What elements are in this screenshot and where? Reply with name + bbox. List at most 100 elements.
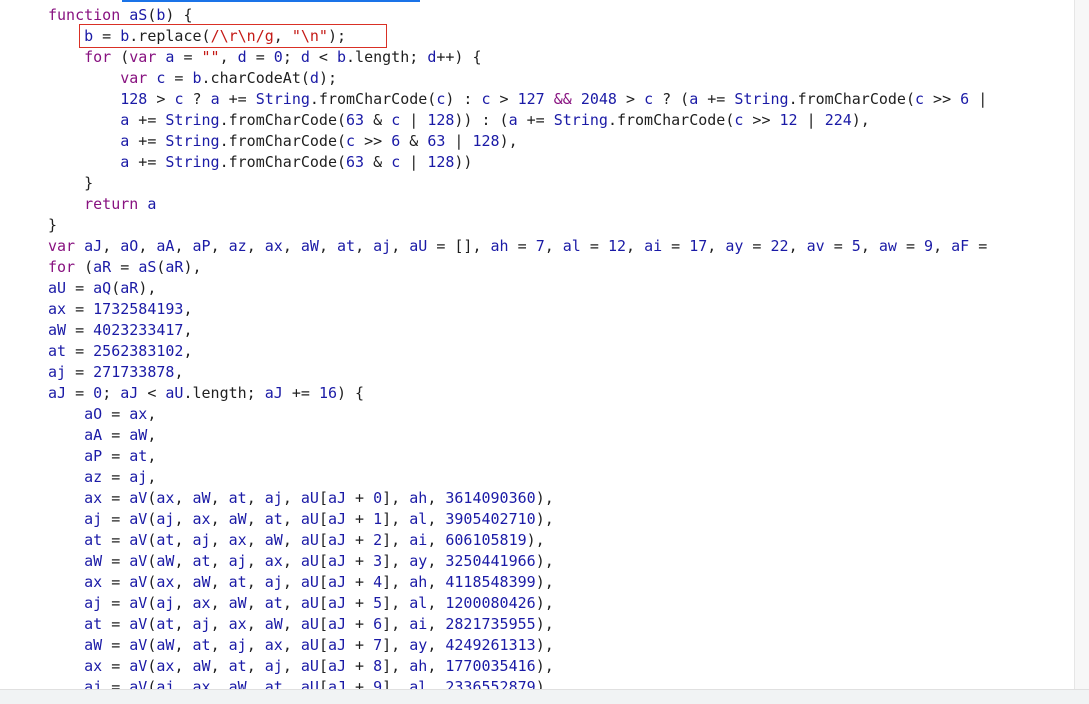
code-line[interactable]: var c = b.charCodeAt(d); [48,68,337,89]
code-token: , [707,237,726,255]
code-token: , [282,552,301,570]
code-token: + [346,573,374,591]
code-line[interactable]: var aJ, aO, aA, aP, az, ax, aW, at, aj, … [48,236,987,257]
code-token: c [644,90,654,108]
code-token: aJ [327,552,347,570]
code-token: aJ [327,657,347,675]
code-line[interactable]: } [48,215,57,236]
code-line[interactable]: a += String.fromCharCode(63 & c | 128)) … [48,110,870,131]
code-line[interactable]: function aS(b) { [48,5,193,26]
code-token: ax [228,615,247,633]
code-token: = [102,468,130,486]
code-line[interactable]: aW = aV(aW, at, aj, ax, aU[aJ + 7], ay, … [48,635,554,656]
code-token: ), [535,657,554,675]
code-line[interactable]: aj = aV(aj, ax, aW, at, aU[aJ + 1], al, … [48,509,554,530]
code-token: = [111,258,139,276]
code-token: , [246,636,265,654]
code-token: = [102,636,130,654]
code-token: aU [165,384,184,402]
code-line[interactable]: az = aj, [48,467,156,488]
code-token: 16 [318,384,337,402]
code-token: ), [851,111,870,129]
code-token: aU [300,657,319,675]
code-token: function [48,6,130,24]
code-token: aV [129,573,148,591]
code-token: b [337,48,347,66]
horizontal-scrollbar[interactable] [0,689,1089,704]
code-token: ax [228,531,247,549]
code-line[interactable]: } [48,173,93,194]
code-token: | [969,90,997,108]
code-token: , [246,594,265,612]
code-token: = [969,237,988,255]
code-token: al [409,510,428,528]
code-token: , [210,489,229,507]
code-line[interactable]: aJ = 0; aJ < aU.length; aJ += 16) { [48,383,364,404]
code-token: , [544,237,563,255]
code-token: ], [382,531,410,549]
code-line[interactable]: a += String.fromCharCode(c >> 6 & 63 | 1… [48,131,517,152]
code-line[interactable]: for (var a = "", d = 0; d < b.length; d+… [48,47,481,68]
code-line[interactable]: aO = ax, [48,404,156,425]
code-line[interactable]: aU = aQ(aR), [48,278,156,299]
code-token: 2821735955 [445,615,536,633]
code-token: "" [201,48,220,66]
code-token: at [264,510,283,528]
code-token: ], [382,510,410,528]
code-line[interactable]: ax = aV(ax, aW, at, aj, aU[aJ + 8], ah, … [48,656,554,677]
code-line[interactable]: ax = aV(ax, aW, at, aj, aU[aJ + 4], ah, … [48,572,554,593]
code-line[interactable]: ax = aV(ax, aW, at, aj, aU[aJ + 0], ah, … [48,488,554,509]
code-line[interactable]: at = aV(at, aj, ax, aW, aU[aJ + 2], ai, … [48,530,545,551]
code-token: aJ [48,384,67,402]
code-token: var [48,69,157,87]
code-token: 4 [373,573,383,591]
code-token: , [427,573,446,591]
code-token: ], [382,573,410,591]
code-editor[interactable]: function aS(b) { b = b.replace(/\r\n/g, … [0,0,1075,690]
code-line[interactable]: aW = 4023233417, [48,320,193,341]
code-token: 3 [373,552,383,570]
code-line[interactable]: at = aV(at, aj, ax, aW, aU[aJ + 6], ai, … [48,614,554,635]
code-line[interactable]: a += String.fromCharCode(63 & c | 128)) [48,152,472,173]
code-token: , [210,237,229,255]
code-token: ax [192,594,211,612]
code-token: at [228,489,247,507]
code-line[interactable]: aA = aW, [48,425,156,446]
code-token: d [309,69,319,87]
code-token: , [246,552,265,570]
code-token: += [129,153,166,171]
code-token: 6 [960,90,970,108]
code-token: , [174,657,193,675]
code-line[interactable]: aj = aV(aj, ax, aW, at, aU[aJ + 5], al, … [48,593,554,614]
code-line[interactable]: aj = 271733878, [48,362,183,383]
code-token: , [860,237,879,255]
code-token: ), [535,510,554,528]
code-token: ax [156,489,175,507]
code-token: , [183,342,193,360]
code-line[interactable]: ax = 1732584193, [48,299,193,320]
code-token: aU [300,552,319,570]
code-line[interactable]: 128 > c ? a += String.fromCharCode(c) : … [48,89,996,110]
vertical-scrollbar[interactable] [1074,0,1089,690]
code-line[interactable]: return a [48,194,156,215]
code-token: aW [192,489,211,507]
code-token: [ [318,531,328,549]
code-token: + [346,657,374,675]
code-token: aJ [327,594,347,612]
code-token: az [48,468,103,486]
code-line[interactable]: for (aR = aS(aR), [48,257,202,278]
code-line[interactable]: aP = at, [48,446,156,467]
code-token: , [282,489,301,507]
code-token: at [156,531,175,549]
code-token: at [48,342,67,360]
code-token: ) { [337,384,365,402]
highlight-annotation-box [79,24,387,48]
code-token: ), [535,636,554,654]
code-line[interactable]: at = 2562383102, [48,341,193,362]
code-token: += [129,111,166,129]
code-token: ax [156,573,175,591]
code-line[interactable]: aW = aV(aW, at, aj, ax, aU[aJ + 3], ay, … [48,551,554,572]
code-token: d [237,48,247,66]
code-token: , [246,510,265,528]
code-token: += [282,384,319,402]
